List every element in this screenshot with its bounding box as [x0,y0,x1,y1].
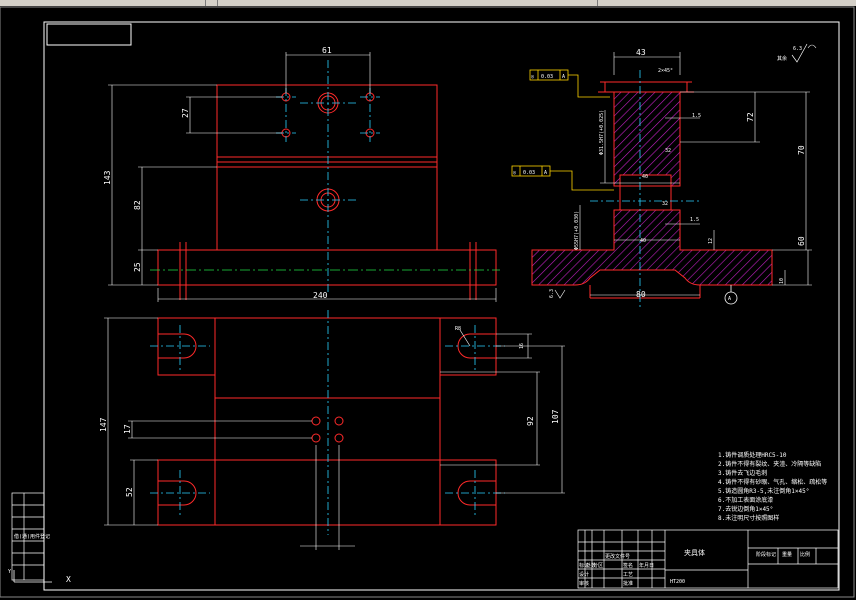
part-name: 夹具体 [684,548,705,557]
sec-dim-bore1: Φ31.5H7(+0.025) [599,110,605,155]
sec-dim-d40b: 40 [640,238,646,244]
sec-dim-h10: 10 [779,278,785,284]
grid-label: 更改文件号 [605,553,630,560]
dim-plan-slot-r: R8 [455,326,461,332]
ucs-x-label: X [66,575,71,584]
tol2-symbol: ◎ [513,170,516,176]
technical-notes: 1.铸件调质处理HRC5-10 2.铸件不得有裂纹、夹渣、冷隔等缺陷 3.铸件去… [718,451,827,522]
right-label: 比例 [800,551,810,558]
small-label: 批准 [623,580,633,587]
cad-drawing-canvas[interactable]: 61 143 82 25 27 240 147 52 17 107 92 R8 … [0,0,856,600]
dim-height-total: 143 [103,170,112,185]
dim-plan-pitch: 17 [123,424,132,434]
side-table-label: 借(通)用件登记 [14,533,50,540]
dim-plan-height-total: 147 [99,417,108,432]
sec-dim-top: 43 [636,48,646,57]
right-label: 重量 [782,551,792,558]
note-line: 1.铸件调质处理HRC5-10 [718,451,787,459]
small-label: 审核 [579,580,589,587]
section-lower-hatch [531,209,773,286]
sec-dim-d32b: 32 [662,201,668,207]
grid-label: 分区 [593,562,603,569]
sec-dim-h72: 72 [746,112,755,122]
front-view: 61 143 82 25 27 240 [103,46,500,302]
note-line: 5.铸造圆角R3-5,未注倒角1×45° [718,487,809,495]
sec-dim-h12: 12 [708,238,714,244]
sec-dim-h60: 60 [797,236,806,246]
small-label: 设计 [579,571,589,578]
side-registration-table: 借(通)用件登记 [11,492,50,581]
gd-t-frame-2: ◎ 0.03 A [511,165,614,191]
note-line: 6.不加工表面涂底漆 [718,496,773,504]
tol1-symbol: ◎ [531,74,534,80]
dim-width-top: 61 [322,46,332,55]
section-upper-hatch [613,91,681,187]
dim-plan-slot-h: 16 [519,343,525,349]
small-label: 工艺 [623,572,633,578]
dim-plan-height-lower: 52 [125,487,134,497]
tol1-ref: A [562,74,565,80]
dim-plan-span-right: 107 [551,409,560,424]
title-block: 夹具体 HT200 标记 处数 分区 更改文件号 签名 年月日 阶段标记 重量 … [577,529,839,589]
roughness-other-value: 6.3 [793,46,802,52]
right-label: 阶段标记 [756,551,776,558]
tol2-value: 0.03 [523,170,535,176]
gd-t-frame-1: ◎ 0.03 A [529,69,610,98]
note-line: 7.去锐边倒角1×45° [718,505,773,513]
plan-view: 147 52 17 107 92 R8 16 [99,310,565,550]
dim-plan-pitch-right: 92 [526,416,535,426]
sec-dim-base: 80 [636,290,646,299]
dim-height-mid: 82 [133,200,142,210]
sec-dim-d32a: 32 [665,148,671,154]
note-line: 2.铸件不得有裂纹、夹渣、冷隔等缺陷 [718,460,821,468]
sec-dim-h70: 70 [797,145,806,155]
roughness-other-label: 其余 [777,55,787,62]
note-line: 4.铸件不得有砂眼、气孔、缩松、疏松等 [718,478,827,486]
tol2-ref: A [544,170,547,176]
tol1-value: 0.03 [541,74,553,80]
datum-label: A [728,296,731,302]
note-line: 3.铸件去飞边毛刺 [718,469,767,477]
ucs-y-label: Y [8,569,11,575]
roughness-note-left: 6.3 [549,289,555,298]
dim-hole-spacing: 27 [181,108,190,118]
grid-label: 签名 [623,562,633,569]
dim-width-base: 240 [313,291,328,300]
section-view: ◎ 0.03 A ◎ 0.03 A A 6.3 43 2×45° 72 70 6… [511,43,817,310]
sec-dim-bore2: Φ55H7(+0.030) [574,211,580,250]
dim-height-base: 25 [133,262,142,272]
datum-marker: A [724,285,738,305]
note-line: 8.未注明尺寸按照图样 [718,514,779,522]
sec-dim-r15b: 1.5 [692,113,701,119]
grid-label: 年月日 [639,562,654,569]
sec-dim-top-small: 2×45° [658,68,673,74]
ucs-icon: X Y [8,569,71,584]
sec-dim-d40: 40 [642,174,648,180]
sec-dim-r15: 1.5 [690,217,699,223]
material-label: HT200 [670,579,685,585]
surface-roughness-other: 其余 6.3 [777,43,817,63]
